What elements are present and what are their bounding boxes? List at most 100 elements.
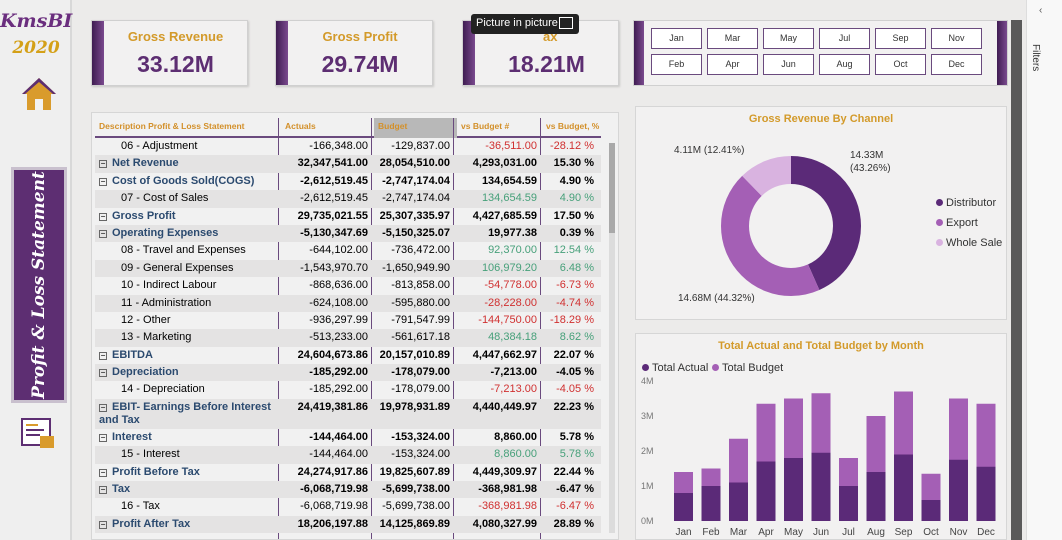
month-button-oct[interactable]: Oct	[875, 54, 926, 75]
month-button-dec[interactable]: Dec	[931, 54, 982, 75]
x-tick-label: Feb	[702, 527, 720, 538]
legend-dot	[936, 199, 943, 206]
table-row[interactable]: − Tax -6,068,719.98 -5,699,738.00 -368,981.9…	[95, 481, 601, 499]
cell-budget: -595,880.00	[391, 296, 450, 309]
collapse-toggle-icon[interactable]: −	[99, 229, 107, 238]
header-actuals[interactable]: Actuals	[285, 121, 316, 131]
filters-pane-collapsed[interactable]: ‹	[1026, 0, 1062, 540]
table-row[interactable]: − Net Revenue 32,347,541.00 28,054,510.00 4,…	[95, 155, 601, 173]
picture-in-picture-button[interactable]: Picture in picture	[471, 14, 579, 34]
table-row[interactable]: 11 - Administration -624,108.00 -595,880.0…	[95, 294, 601, 312]
table-row[interactable]: 09 - General Expenses -1,543,970.70 -1,650…	[95, 259, 601, 278]
header-vs-budget-num[interactable]: vs Budget #	[461, 121, 509, 131]
table-row[interactable]: 10 - Indirect Labour -868,636.00 -813,858.…	[95, 277, 601, 294]
bar-chart[interactable]: 0M 1M 2M 3M 4M Jan Feb Mar Apr May Jun Jul Aug Sep Oct…	[636, 374, 1006, 540]
legend-total-budget[interactable]: Total Budget	[712, 362, 783, 374]
cell-actual: -868,636.00	[309, 279, 368, 292]
cell-vs-budget-pct: 5.78 %	[559, 448, 594, 461]
header-description[interactable]: Description Profit & Loss Statement	[99, 121, 244, 131]
table-row[interactable]: 15 - Interest -144,464.00 -153,324.00 8,860…	[95, 446, 601, 464]
collapse-toggle-icon[interactable]: −	[99, 351, 107, 360]
table-row[interactable]: 12 - Other -936,297.99 -791,547.99 -144,750…	[95, 312, 601, 329]
cell-vs-budget: -368,981.98	[478, 483, 537, 496]
header-budget[interactable]: Budget	[378, 121, 407, 131]
page-title-panel: Profit & Loss Statement	[11, 167, 67, 403]
donut-label-distributor-value: 14.33M	[850, 150, 884, 161]
table-row[interactable]: 14 - Depreciation -185,292.00 -178,079.00 -…	[95, 381, 601, 398]
scroll-thumb[interactable]	[609, 143, 615, 233]
row-description: 13 - Marketing	[121, 331, 191, 343]
table-row[interactable]: − EBIT- Earnings Before Interest and Tax 2…	[95, 398, 601, 429]
collapse-toggle-icon[interactable]: −	[99, 403, 107, 412]
month-button-jan[interactable]: Jan	[651, 28, 702, 49]
row-description: − Net Revenue	[99, 157, 179, 169]
table-scrollbar[interactable]	[609, 143, 615, 533]
kpi-value: 18.21M	[508, 51, 585, 77]
legend-export[interactable]: Export	[936, 217, 978, 229]
month-button-mar[interactable]: Mar	[707, 28, 758, 49]
legend-label: Distributor	[946, 197, 997, 209]
table-row[interactable]: 06 - Adjustment -166,348.00 -129,837.00 -36…	[95, 138, 601, 155]
cell-budget: -2,747,174.04	[382, 174, 450, 187]
home-icon[interactable]	[20, 76, 58, 112]
table-row[interactable]: − Operating Expenses -5,130,347.69 -5,150,3…	[95, 224, 601, 243]
table-row[interactable]: − Profit After Tax 18,206,197.88 14,125,869…	[95, 515, 601, 534]
kpi-value: 33.12M	[137, 51, 214, 77]
row-label: Depreciation	[112, 366, 179, 379]
kpi-card-gross-profit: Gross Profit 29.74M	[275, 20, 433, 86]
x-tick-label: Jun	[813, 527, 829, 538]
table-row[interactable]: − EBITDA 24,604,673.86 20,157,010.89 4,447,6…	[95, 347, 601, 364]
month-button-aug[interactable]: Aug	[819, 54, 870, 75]
cell-budget: -736,472.00	[391, 244, 450, 257]
month-button-jul[interactable]: Jul	[819, 28, 870, 49]
table-row[interactable]: 13 - Marketing -513,233.00 -561,617.18 48,3…	[95, 329, 601, 347]
legend-distributor[interactable]: Distributor	[936, 197, 996, 209]
collapse-toggle-icon[interactable]: −	[99, 369, 107, 378]
cell-budget: -1,650,949.90	[382, 261, 450, 274]
donut-chart[interactable]	[716, 151, 866, 301]
month-button-apr[interactable]: Apr	[707, 54, 758, 75]
month-button-jun[interactable]: Jun	[763, 54, 814, 75]
table-row[interactable]: 08 - Travel and Expenses -644,102.00 -736,…	[95, 242, 601, 259]
collapse-toggle-icon[interactable]: −	[99, 520, 107, 529]
cell-vs-budget: 4,080,327.99	[472, 517, 537, 530]
legend-dot	[712, 364, 719, 371]
cell-vs-budget: 19,977.38	[488, 226, 537, 239]
month-button-may[interactable]: May	[763, 28, 814, 49]
row-label: 09 - General Expenses	[121, 261, 234, 274]
cell-actual: -644,102.00	[309, 244, 368, 257]
month-button-sep[interactable]: Sep	[875, 28, 926, 49]
filters-label[interactable]: Filters	[1030, 44, 1041, 71]
row-label: Profit Before Tax	[112, 465, 200, 478]
y-tick-label: 0M	[641, 516, 654, 526]
header-vs-budget-pct[interactable]: vs Budget, %	[546, 121, 599, 131]
table-row[interactable]: − Depreciation -185,292.00 -178,079.00 -7,21…	[95, 364, 601, 382]
table-row[interactable]: 16 - Tax -6,068,719.98 -5,699,738.00 -368,9…	[95, 498, 601, 515]
table-row[interactable]: − Profit Before Tax 24,274,917.86 19,825,60…	[95, 464, 601, 481]
cell-actual: -1,543,970.70	[300, 261, 368, 274]
logo-title: KmsBI	[0, 10, 73, 32]
report-icon[interactable]	[20, 416, 56, 450]
expand-chevron-icon[interactable]: ‹	[1039, 5, 1042, 16]
legend-label: Export	[946, 217, 978, 229]
collapse-toggle-icon[interactable]: −	[99, 212, 107, 221]
bar-chart-title: Total Actual and Total Budget by Month	[718, 340, 924, 352]
month-button-nov[interactable]: Nov	[931, 28, 982, 49]
row-description: − Operating Expenses	[99, 227, 218, 239]
table-row[interactable]: − Gross Profit 29,735,021.55 25,307,335.97 4…	[95, 208, 601, 225]
collapse-toggle-icon[interactable]: −	[99, 160, 107, 169]
cell-actual: 24,419,381.86	[297, 400, 368, 413]
collapse-toggle-icon[interactable]: −	[99, 433, 107, 442]
donut-label-export: 14.68M (44.32%)	[678, 293, 755, 304]
bar-actual	[894, 454, 913, 521]
table-row[interactable]: 07 - Cost of Sales -2,612,519.45 -2,747,17…	[95, 190, 601, 208]
cell-vs-budget-pct: -4.74 %	[556, 296, 594, 309]
collapse-toggle-icon[interactable]: −	[99, 177, 107, 186]
legend-total-actual[interactable]: Total Actual	[642, 362, 708, 374]
collapse-toggle-icon[interactable]: −	[99, 468, 107, 477]
collapse-toggle-icon[interactable]: −	[99, 486, 107, 495]
legend-whole-sale[interactable]: Whole Sale	[936, 237, 1002, 249]
table-row[interactable]: − Interest -144,464.00 -153,324.00 8,860.00 5…	[95, 429, 601, 446]
month-button-feb[interactable]: Feb	[651, 54, 702, 75]
table-row[interactable]: − Cost of Goods Sold(COGS) -2,612,519.45 -2…	[95, 173, 601, 190]
